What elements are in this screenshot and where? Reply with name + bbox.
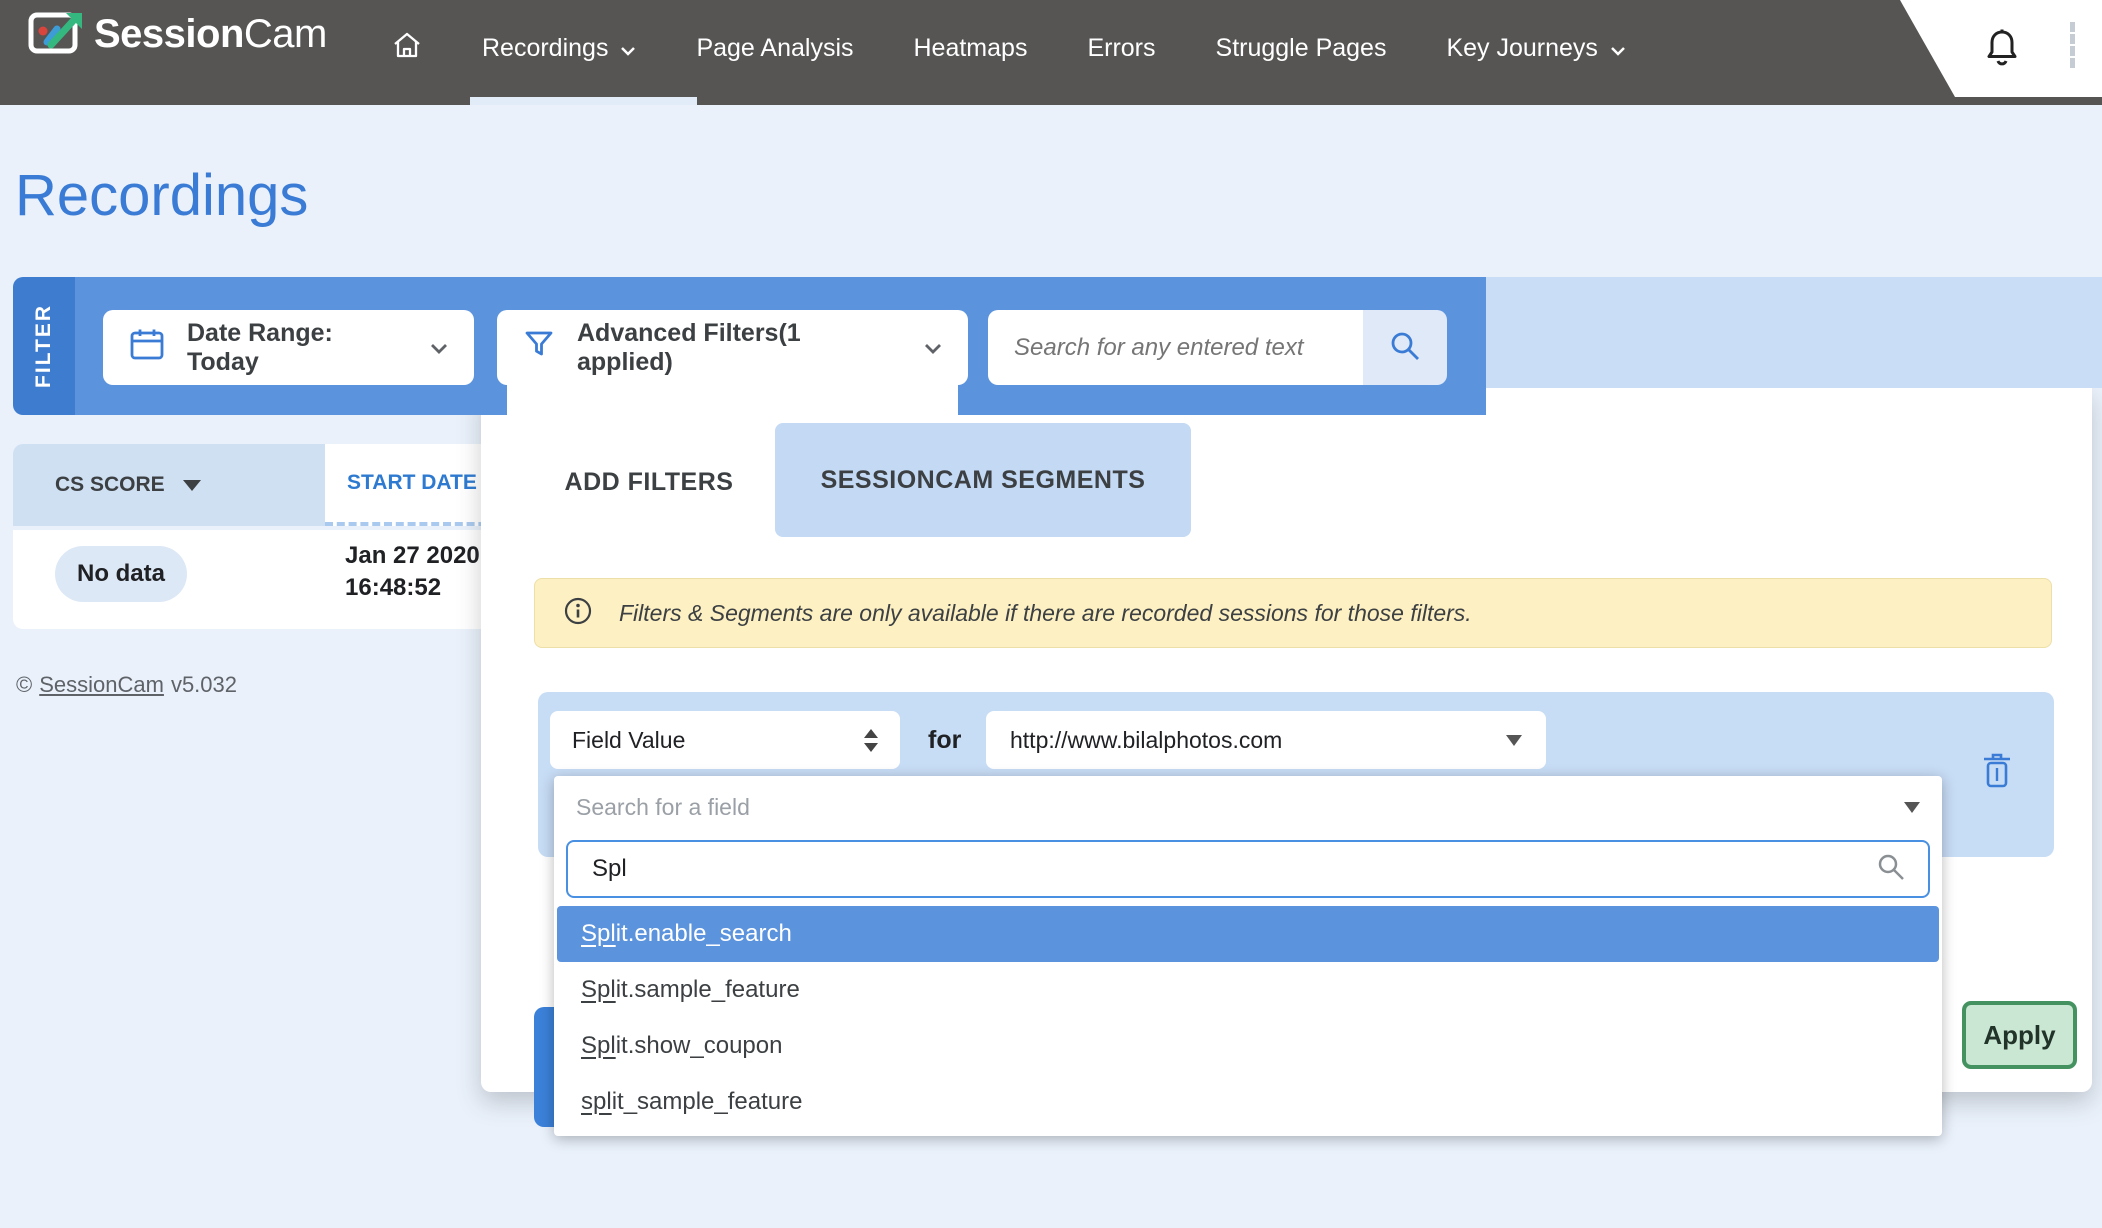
tab-sessioncam-segments[interactable]: SESSIONCAM SEGMENTS: [775, 423, 1191, 537]
notice-text: Filters & Segments are only available if…: [619, 600, 1472, 627]
for-label: for: [928, 711, 961, 769]
search-input[interactable]: [988, 310, 1363, 385]
brand-name: SessionCam: [94, 12, 327, 57]
search-icon: [1388, 329, 1422, 366]
navbar: SessionCam Recordings Page Analysis Heat…: [0, 0, 2102, 105]
notifications-bell-icon[interactable]: [1982, 26, 2022, 77]
info-icon: [563, 596, 593, 631]
funnel-filter-icon: [523, 329, 555, 366]
nav-item-page-analysis[interactable]: Page Analysis: [696, 34, 853, 63]
advanced-filters-button[interactable]: Advanced Filters(1 applied): [497, 310, 968, 385]
field-type-select[interactable]: Field Value: [550, 711, 900, 769]
nav-menu: Recordings Page Analysis Heatmaps Errors…: [392, 0, 1626, 97]
delete-filter-button[interactable]: [1982, 752, 2012, 795]
search-button[interactable]: [1363, 310, 1447, 385]
field-option[interactable]: Split.enable_search: [557, 906, 1939, 962]
column-header-cs-score[interactable]: CS SCORE: [13, 444, 325, 526]
field-option[interactable]: Split.show_coupon: [557, 1018, 1939, 1074]
filter-bar-extension: [1486, 277, 2102, 388]
obscured-blue-button[interactable]: [534, 1007, 556, 1127]
spinner-arrows-icon: [864, 729, 878, 752]
search-icon: [1876, 852, 1906, 887]
date-range-button[interactable]: Date Range: Today: [103, 310, 474, 385]
advanced-filters-label: Advanced Filters(1 applied): [577, 319, 902, 377]
sessioncam-logo-icon: [26, 6, 84, 63]
footer-version: © SessionCam v5.032: [16, 672, 237, 698]
nav-item-home[interactable]: [392, 31, 422, 66]
chevron-down-icon: [430, 333, 448, 362]
sort-descending-icon: [183, 480, 201, 491]
trash-icon: [1982, 777, 2012, 794]
field-options-list: Split.enable_search Split.sample_feature…: [557, 906, 1939, 1130]
field-option[interactable]: split_sample_feature: [557, 1074, 1939, 1130]
sessioncam-footer-link[interactable]: SessionCam: [39, 672, 164, 698]
nav-item-errors[interactable]: Errors: [1087, 34, 1155, 63]
tab-add-filters[interactable]: ADD FILTERS: [543, 426, 755, 538]
nav-item-recordings[interactable]: Recordings: [482, 34, 636, 63]
navbar-right-panel: [1900, 0, 2102, 97]
dashed-divider-icon[interactable]: [2070, 22, 2075, 68]
chevron-down-icon: [924, 333, 942, 362]
notice-banner: Filters & Segments are only available if…: [534, 578, 2052, 648]
chevron-down-icon: [1610, 34, 1626, 63]
active-tab-indicator: [470, 97, 697, 105]
nav-item-key-journeys[interactable]: Key Journeys: [1446, 34, 1625, 63]
field-select-placeholder: Search for a field: [576, 794, 750, 821]
field-query-input[interactable]: [590, 854, 1876, 884]
text-search: [988, 310, 1447, 385]
site-select[interactable]: http://www.bilalphotos.com: [986, 711, 1546, 769]
brand-logo[interactable]: SessionCam: [26, 6, 327, 63]
apply-button[interactable]: Apply: [1962, 1001, 2077, 1069]
field-option[interactable]: Split.sample_feature: [557, 962, 1939, 1018]
dropdown-caret-icon: [1506, 735, 1522, 746]
nav-item-heatmaps[interactable]: Heatmaps: [914, 34, 1028, 63]
field-query-box: [566, 840, 1930, 898]
calendar-icon: [129, 327, 165, 368]
dropdown-caret-icon: [1904, 802, 1920, 813]
field-select-collapsed[interactable]: Search for a field: [554, 776, 1942, 838]
field-search-combo: Search for a field Split.enable_search S…: [554, 776, 1942, 1136]
home-icon: [392, 31, 422, 66]
filter-side-tab[interactable]: FILTER: [13, 277, 75, 415]
nav-item-struggle-pages[interactable]: Struggle Pages: [1216, 34, 1387, 63]
chevron-down-icon: [620, 34, 636, 63]
start-date-value: Jan 27 2020, 16:48:52: [345, 540, 486, 604]
nav-label-recordings: Recordings: [482, 34, 608, 63]
cs-score-badge: No data: [55, 546, 187, 602]
date-range-label: Date Range: Today: [187, 319, 408, 377]
app-screen: SessionCam Recordings Page Analysis Heat…: [0, 0, 2102, 1228]
page-title: Recordings: [15, 162, 308, 229]
